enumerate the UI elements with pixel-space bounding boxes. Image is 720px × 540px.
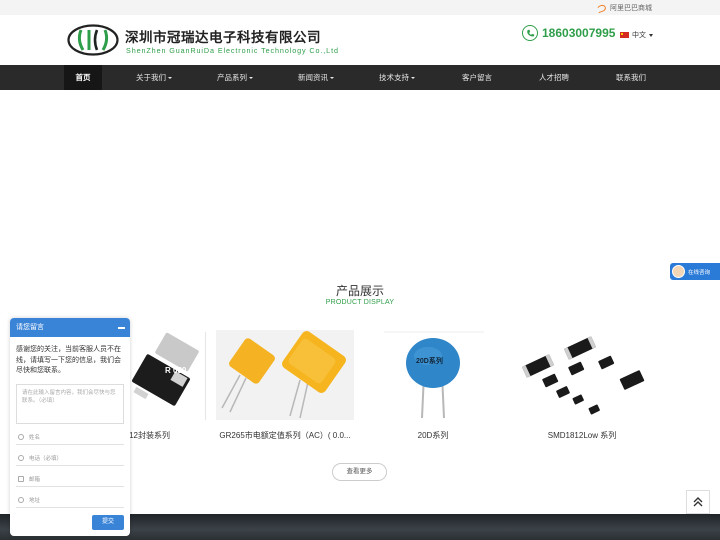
minimize-icon[interactable] bbox=[118, 327, 125, 329]
phone-field-placeholder: 电话（必填） bbox=[29, 455, 63, 462]
nav-item-products[interactable]: 产品系列 bbox=[211, 65, 259, 90]
back-to-top-button[interactable] bbox=[686, 490, 710, 514]
product-image-label: R 030 bbox=[165, 366, 187, 375]
view-more-button[interactable]: 查看更多 bbox=[332, 463, 387, 481]
agent-avatar-icon bbox=[672, 265, 685, 278]
nav-item-about[interactable]: 关于我们 bbox=[130, 65, 178, 90]
section-subtitle: PRODUCT DISPLAY bbox=[325, 299, 395, 306]
phone-icon bbox=[18, 454, 24, 461]
nav-item-contact[interactable]: 联系我们 bbox=[609, 65, 653, 90]
header: 深圳市冠瑞达电子科技有限公司 ShenZhen GuanRuiDa Electr… bbox=[0, 15, 720, 65]
product-image-label: 20D系列 bbox=[416, 356, 443, 365]
phone-number: 18603007995 bbox=[542, 26, 616, 40]
alibaba-link-label: 阿里巴巴商城 bbox=[610, 5, 652, 12]
name-field-placeholder: 姓名 bbox=[29, 434, 41, 441]
message-intro: 感谢您的关注，当前客服人员不在线，请填写一下您的信息，我们会尽快和您联系。 bbox=[16, 346, 121, 374]
nav-item-careers[interactable]: 人才招聘 bbox=[532, 65, 576, 90]
top-strip: 阿里巴巴商城 bbox=[0, 0, 720, 15]
language-label: 中文 bbox=[632, 32, 646, 39]
message-panel: 请您留言 感谢您的关注，当前客服人员不在线，请填写一下您的信息，我们会尽快和您联… bbox=[10, 318, 130, 536]
product-image bbox=[513, 330, 651, 420]
email-field[interactable]: 邮箱 bbox=[16, 472, 124, 487]
submit-button[interactable]: 提交 bbox=[92, 515, 124, 530]
nav-item-label: 联系我们 bbox=[616, 73, 646, 82]
email-field-placeholder: 邮箱 bbox=[29, 476, 41, 483]
nav-item-support[interactable]: 技术支持 bbox=[373, 65, 421, 90]
product-image: 20D系列 bbox=[364, 330, 502, 420]
chevron-down-icon bbox=[411, 76, 415, 79]
nav-item-feedback[interactable]: 客户留言 bbox=[455, 65, 499, 90]
name-field[interactable]: 姓名 bbox=[16, 430, 124, 445]
address-field-placeholder: 地址 bbox=[29, 497, 41, 504]
nav-item-label: 客户留言 bbox=[462, 73, 492, 82]
nav-item-label: 新闻资讯 bbox=[298, 73, 328, 82]
message-textarea[interactable]: 请在此输入留言内容，我们会尽快与您联系。（必填） bbox=[16, 383, 124, 424]
online-consult-button[interactable]: 在线咨询 bbox=[670, 263, 720, 280]
nav-item-news[interactable]: 新闻资讯 bbox=[292, 65, 340, 90]
divider bbox=[205, 332, 206, 420]
mail-icon bbox=[18, 475, 24, 482]
nav-item-home[interactable]: 首页 bbox=[64, 65, 102, 90]
product-card[interactable]: 20D系列 20D系列 bbox=[364, 330, 502, 442]
alibaba-link[interactable]: 阿里巴巴商城 bbox=[596, 3, 652, 13]
china-flag-icon bbox=[620, 32, 629, 38]
nav-item-label: 产品系列 bbox=[217, 73, 247, 82]
chevron-down-icon bbox=[649, 33, 653, 37]
user-icon bbox=[18, 433, 24, 440]
product-image bbox=[216, 330, 354, 420]
chevron-down-icon bbox=[168, 76, 172, 79]
nav-item-label: 人才招聘 bbox=[539, 73, 569, 82]
product-name: GR265市电额定值系列（AC）( 0.0... bbox=[219, 431, 351, 440]
product-card[interactable]: GR265市电额定值系列（AC）( 0.0... bbox=[216, 330, 354, 442]
message-panel-header: 请您留言 bbox=[10, 318, 130, 337]
alibaba-icon bbox=[596, 3, 607, 13]
phone-field[interactable]: 电话（必填） bbox=[16, 451, 124, 466]
double-chevron-up-icon bbox=[693, 497, 703, 507]
message-panel-title: 请您留言 bbox=[16, 324, 44, 331]
main-nav: 首页 关于我们 产品系列 新闻资讯 技术支持 客户留言 人才招聘 联系我们 bbox=[0, 65, 720, 90]
hotline[interactable]: 18603007995 bbox=[522, 25, 615, 41]
section-title: 产品展示 bbox=[335, 284, 384, 298]
online-consult-label: 在线咨询 bbox=[688, 269, 711, 276]
company-name-en: ShenZhen GuanRuiDa Electronic Technology… bbox=[126, 46, 339, 55]
page: 阿里巴巴商城 深圳市冠瑞达电子科技有限公司 ShenZhen GuanRuiDa… bbox=[0, 0, 720, 540]
product-name: 20D系列 bbox=[417, 431, 449, 440]
phone-icon bbox=[522, 25, 538, 41]
product-name: SMD1812Low 系列 bbox=[547, 431, 617, 440]
address-field[interactable]: 地址 bbox=[16, 493, 124, 508]
chevron-down-icon bbox=[249, 76, 253, 79]
location-icon bbox=[18, 496, 24, 503]
company-logo[interactable] bbox=[67, 24, 119, 56]
product-card[interactable]: SMD1812Low 系列 bbox=[513, 330, 651, 442]
nav-item-label: 首页 bbox=[75, 73, 91, 82]
nav-item-label: 技术支持 bbox=[379, 73, 409, 82]
company-name-cn: 深圳市冠瑞达电子科技有限公司 bbox=[125, 30, 321, 45]
language-selector[interactable]: 中文 bbox=[620, 30, 653, 40]
nav-item-label: 关于我们 bbox=[136, 73, 166, 82]
chevron-down-icon bbox=[330, 76, 334, 79]
